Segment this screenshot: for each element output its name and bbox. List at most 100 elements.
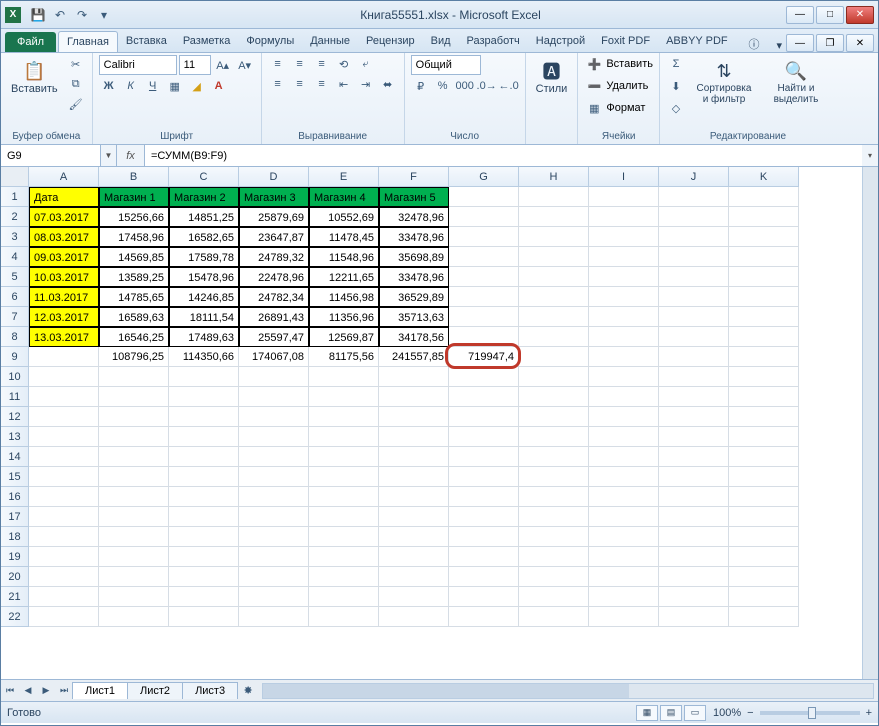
cell-E7[interactable]: 11356,96 <box>309 307 379 327</box>
align-center-icon[interactable]: ≡ <box>290 75 310 93</box>
cell-D2[interactable]: 25879,69 <box>239 207 309 227</box>
cell-F17[interactable] <box>379 507 449 527</box>
cell-I16[interactable] <box>589 487 659 507</box>
row-header-12[interactable]: 12 <box>1 407 29 427</box>
align-right-icon[interactable]: ≡ <box>312 75 332 93</box>
cell-G21[interactable] <box>449 587 519 607</box>
cell-F4[interactable]: 35698,89 <box>379 247 449 267</box>
row-header-14[interactable]: 14 <box>1 447 29 467</box>
cell-G14[interactable] <box>449 447 519 467</box>
cell-C4[interactable]: 17589,78 <box>169 247 239 267</box>
align-bottom-icon[interactable]: ≡ <box>312 55 332 73</box>
merge-icon[interactable]: ⬌ <box>378 75 398 93</box>
cell-A12[interactable] <box>29 407 99 427</box>
sheet-tab-Лист3[interactable]: Лист3 <box>182 682 238 699</box>
ribbon-tab-формулы[interactable]: Формулы <box>238 31 302 52</box>
cell-F12[interactable] <box>379 407 449 427</box>
orientation-icon[interactable]: ⟲ <box>334 55 354 73</box>
cell-A3[interactable]: 08.03.2017 <box>29 227 99 247</box>
cell-A11[interactable] <box>29 387 99 407</box>
cell-K4[interactable] <box>729 247 799 267</box>
column-header-K[interactable]: K <box>729 167 799 187</box>
cell-F9[interactable]: 241557,85 <box>379 347 449 367</box>
cell-I9[interactable] <box>589 347 659 367</box>
formula-bar-expand-icon[interactable]: ▾ <box>862 145 878 166</box>
cell-K11[interactable] <box>729 387 799 407</box>
cell-F15[interactable] <box>379 467 449 487</box>
row-header-2[interactable]: 2 <box>1 207 29 227</box>
cell-G18[interactable] <box>449 527 519 547</box>
cell-G2[interactable] <box>449 207 519 227</box>
cell-A10[interactable] <box>29 367 99 387</box>
row-header-15[interactable]: 15 <box>1 467 29 487</box>
cell-E16[interactable] <box>309 487 379 507</box>
fill-icon[interactable]: ⬇ <box>666 77 686 95</box>
row-header-21[interactable]: 21 <box>1 587 29 607</box>
cell-H4[interactable] <box>519 247 589 267</box>
cell-B1[interactable]: Магазин 1 <box>99 187 169 207</box>
cell-B20[interactable] <box>99 567 169 587</box>
select-all-button[interactable] <box>1 167 29 187</box>
cell-B13[interactable] <box>99 427 169 447</box>
cell-E6[interactable]: 11456,98 <box>309 287 379 307</box>
row-header-4[interactable]: 4 <box>1 247 29 267</box>
cell-A17[interactable] <box>29 507 99 527</box>
cell-F11[interactable] <box>379 387 449 407</box>
cell-K10[interactable] <box>729 367 799 387</box>
fx-button[interactable]: fx <box>117 145 145 166</box>
cell-H14[interactable] <box>519 447 589 467</box>
cell-K12[interactable] <box>729 407 799 427</box>
cell-H20[interactable] <box>519 567 589 587</box>
cell-E18[interactable] <box>309 527 379 547</box>
cell-C15[interactable] <box>169 467 239 487</box>
cell-K22[interactable] <box>729 607 799 627</box>
row-header-7[interactable]: 7 <box>1 307 29 327</box>
cell-D16[interactable] <box>239 487 309 507</box>
row-header-6[interactable]: 6 <box>1 287 29 307</box>
cell-K2[interactable] <box>729 207 799 227</box>
cell-K9[interactable] <box>729 347 799 367</box>
number-format-combo[interactable]: Общий <box>411 55 481 75</box>
sheet-tab-Лист1[interactable]: Лист1 <box>72 682 128 699</box>
cell-B14[interactable] <box>99 447 169 467</box>
cell-G17[interactable] <box>449 507 519 527</box>
cell-J10[interactable] <box>659 367 729 387</box>
ribbon-tab-разметка[interactable]: Разметка <box>175 31 239 52</box>
row-header-16[interactable]: 16 <box>1 487 29 507</box>
font-name-combo[interactable]: Calibri <box>99 55 177 75</box>
cell-C10[interactable] <box>169 367 239 387</box>
cell-C12[interactable] <box>169 407 239 427</box>
cell-H19[interactable] <box>519 547 589 567</box>
cell-K18[interactable] <box>729 527 799 547</box>
cell-K3[interactable] <box>729 227 799 247</box>
cell-F20[interactable] <box>379 567 449 587</box>
cell-K13[interactable] <box>729 427 799 447</box>
cell-J16[interactable] <box>659 487 729 507</box>
cell-H9[interactable] <box>519 347 589 367</box>
cell-F16[interactable] <box>379 487 449 507</box>
cell-H15[interactable] <box>519 467 589 487</box>
align-middle-icon[interactable]: ≡ <box>290 55 310 73</box>
cell-F6[interactable]: 36529,89 <box>379 287 449 307</box>
cell-E13[interactable] <box>309 427 379 447</box>
cell-C2[interactable]: 14851,25 <box>169 207 239 227</box>
cell-C9[interactable]: 114350,66 <box>169 347 239 367</box>
cell-J22[interactable] <box>659 607 729 627</box>
ribbon-minimize-icon[interactable]: ▾ <box>772 39 786 52</box>
cell-B4[interactable]: 14569,85 <box>99 247 169 267</box>
cell-D13[interactable] <box>239 427 309 447</box>
cell-K20[interactable] <box>729 567 799 587</box>
cell-J18[interactable] <box>659 527 729 547</box>
cell-J9[interactable] <box>659 347 729 367</box>
cell-G13[interactable] <box>449 427 519 447</box>
cell-I15[interactable] <box>589 467 659 487</box>
cell-D9[interactable]: 174067,08 <box>239 347 309 367</box>
bold-icon[interactable]: Ж <box>99 77 119 95</box>
cell-E19[interactable] <box>309 547 379 567</box>
cell-G4[interactable] <box>449 247 519 267</box>
cell-A18[interactable] <box>29 527 99 547</box>
cell-E8[interactable]: 12569,87 <box>309 327 379 347</box>
decrease-decimal-icon[interactable]: ←.0 <box>499 77 519 95</box>
align-top-icon[interactable]: ≡ <box>268 55 288 73</box>
zoom-out-icon[interactable]: − <box>747 707 753 719</box>
